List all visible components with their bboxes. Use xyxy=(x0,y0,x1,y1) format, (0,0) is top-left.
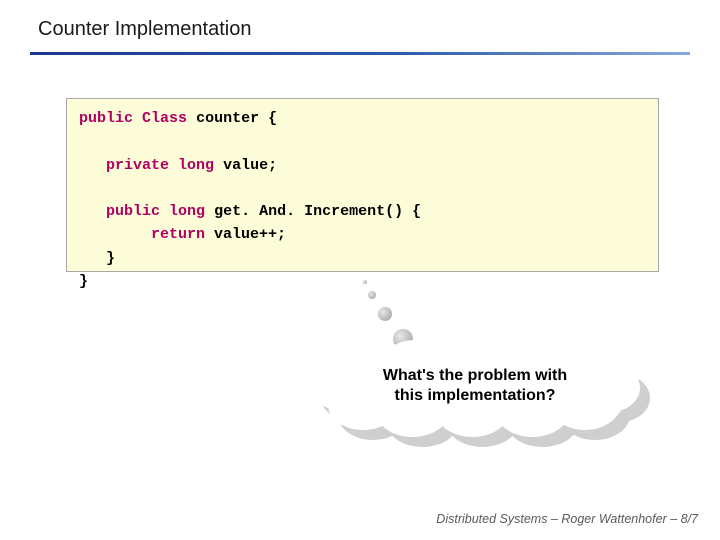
code-keyword: long xyxy=(169,203,205,220)
code-keyword: private xyxy=(106,157,169,174)
code-keyword: Class xyxy=(142,110,187,127)
page-title: Counter Implementation xyxy=(38,18,251,41)
code-ident: get. And. Increment() { xyxy=(214,203,421,220)
code-keyword: return xyxy=(151,226,205,243)
code-content: public Class counter { private long valu… xyxy=(79,107,646,293)
slide-footer: Distributed Systems – Roger Wattenhofer … xyxy=(436,512,698,526)
callout-line-2: this implementation? xyxy=(395,386,556,406)
code-keyword: public xyxy=(79,110,133,127)
thought-cloud: What's the problem with this implementat… xyxy=(310,340,650,435)
callout-text: What's the problem with this implementat… xyxy=(310,340,640,428)
code-brace: } xyxy=(79,273,88,290)
title-underline xyxy=(30,52,690,55)
code-keyword: long xyxy=(178,157,214,174)
code-ident: counter { xyxy=(196,110,277,127)
code-ident: value; xyxy=(223,157,277,174)
callout-line-1: What's the problem with xyxy=(383,366,567,386)
code-ident: value++; xyxy=(214,226,286,243)
code-keyword: public xyxy=(106,203,160,220)
code-block: public Class counter { private long valu… xyxy=(66,98,659,272)
code-brace: } xyxy=(106,250,115,267)
